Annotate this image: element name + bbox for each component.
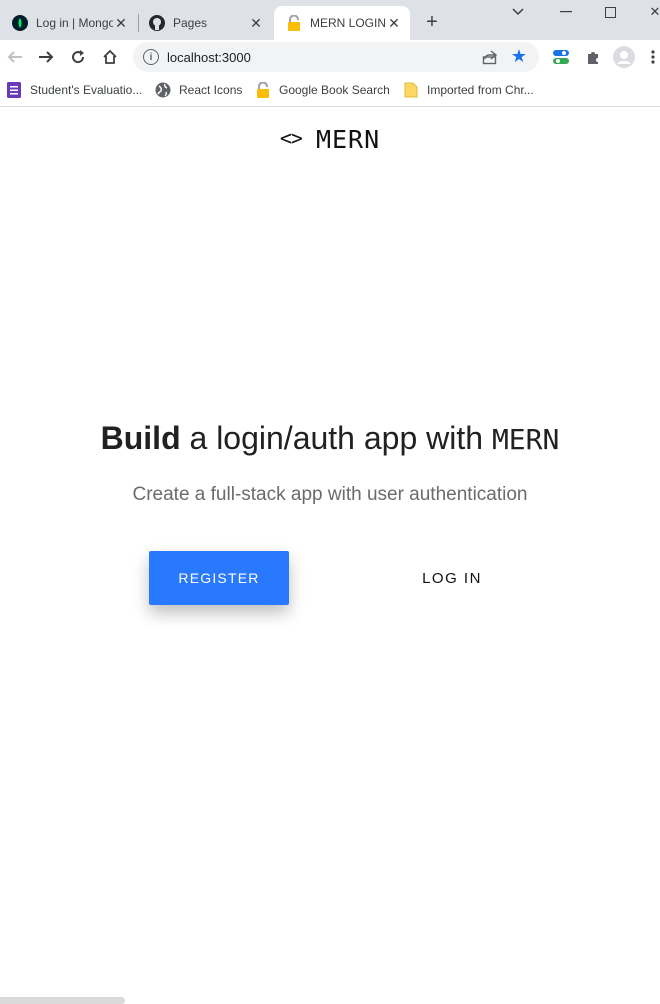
home-icon[interactable] — [97, 44, 123, 70]
chevron-down-icon[interactable] — [508, 2, 528, 22]
lock-icon — [286, 15, 302, 31]
page-title: Build a login/auth app with MERN — [0, 420, 660, 457]
bookmark-label: Student's Evaluatio... — [30, 83, 143, 97]
page-subtitle: Create a full-stack app with user authen… — [132, 484, 528, 505]
lock-icon — [255, 82, 271, 98]
login-button[interactable]: LOG IN — [382, 551, 522, 605]
close-icon[interactable]: ✕ — [248, 15, 264, 31]
bookmark-label: React Icons — [179, 83, 243, 97]
bookmark-students-evaluation[interactable]: Student's Evaluatio... — [6, 80, 142, 100]
register-button[interactable]: REGISTER — [149, 551, 289, 605]
window-close-icon[interactable]: ✕ — [645, 2, 660, 22]
bookmark-imported-folder[interactable]: Imported from Chr... — [403, 80, 534, 100]
info-icon[interactable]: i — [143, 49, 159, 65]
bookmarks-bar: Student's Evaluatio... React Icons Googl… — [0, 74, 660, 107]
headline-text: a login/auth app with — [189, 420, 484, 456]
browser-toolbar: i localhost:3000 ★ — [0, 40, 660, 74]
folder-icon — [403, 82, 419, 98]
extension-toggle-icon[interactable] — [550, 46, 572, 68]
address-bar[interactable]: i localhost:3000 ★ — [133, 42, 539, 72]
tab-title: Log in | MongoDB — [36, 16, 113, 30]
headline-bold: Build — [100, 420, 181, 456]
back-arrow-icon[interactable] — [2, 44, 28, 70]
menu-dots-icon[interactable] — [647, 46, 659, 68]
globe-icon — [155, 82, 171, 98]
bookmark-label: Google Book Search — [279, 83, 390, 97]
tab-title: MERN LOGIN — [310, 16, 386, 30]
code-icon: <> — [279, 126, 303, 150]
bookmark-label: Imported from Chr... — [427, 83, 534, 97]
tab-mongodb[interactable]: Log in | MongoDB ✕ — [0, 6, 137, 40]
bookmark-react-icons[interactable]: React Icons — [155, 80, 242, 100]
maximize-icon[interactable] — [600, 2, 620, 22]
github-icon — [149, 15, 165, 31]
minimize-icon[interactable] — [556, 2, 576, 22]
forward-arrow-icon[interactable] — [33, 44, 59, 70]
bookmark-star-icon[interactable]: ★ — [509, 46, 529, 66]
tab-title: Pages — [173, 16, 208, 30]
page-content: <> MERN Build a login/auth app with MERN … — [0, 107, 660, 1004]
profile-avatar-icon[interactable] — [613, 46, 635, 68]
tab-mern-login[interactable]: MERN LOGIN ✕ — [274, 6, 410, 40]
reload-icon[interactable] — [65, 44, 91, 70]
new-tab-button[interactable]: + — [420, 10, 444, 34]
url-text[interactable]: localhost:3000 — [167, 50, 251, 65]
close-icon[interactable]: ✕ — [386, 15, 402, 31]
forms-icon — [6, 82, 22, 98]
brand-logo[interactable]: <> MERN — [0, 125, 660, 154]
horizontal-scrollbar[interactable] — [0, 997, 125, 1004]
close-icon[interactable]: ✕ — [113, 15, 129, 31]
share-icon[interactable] — [481, 48, 499, 66]
mongodb-leaf-icon — [12, 15, 28, 31]
puzzle-icon[interactable] — [582, 46, 604, 68]
tab-github-pages[interactable]: Pages ✕ — [137, 6, 272, 40]
tab-strip: Log in | MongoDB ✕ Pages ✕ MERN LOGIN ✕ … — [0, 0, 660, 40]
bookmark-google-book-search[interactable]: Google Book Search — [255, 80, 390, 100]
headline-mern: MERN — [491, 423, 560, 456]
brand-name: MERN — [315, 125, 381, 154]
